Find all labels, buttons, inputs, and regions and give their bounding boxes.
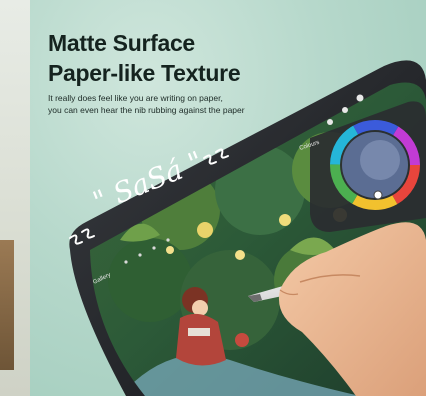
- colour-wheel[interactable]: [330, 120, 420, 210]
- subline-line-2: you can even hear the nib rubbing agains…: [48, 105, 245, 115]
- adjacent-image-edge: [0, 0, 30, 396]
- headline-line-1: Matte Surface: [48, 30, 195, 56]
- product-image-panel: Gallery Colours " SaSá " Matte Surface …: [30, 0, 426, 396]
- headline: Matte Surface Paper-like Texture: [48, 28, 241, 88]
- subline: It really does feel like you are writing…: [48, 92, 278, 116]
- headline-line-2: Paper-like Texture: [48, 60, 241, 86]
- adjacent-image-sliver: [0, 240, 14, 370]
- subline-line-1: It really does feel like you are writing…: [48, 93, 223, 103]
